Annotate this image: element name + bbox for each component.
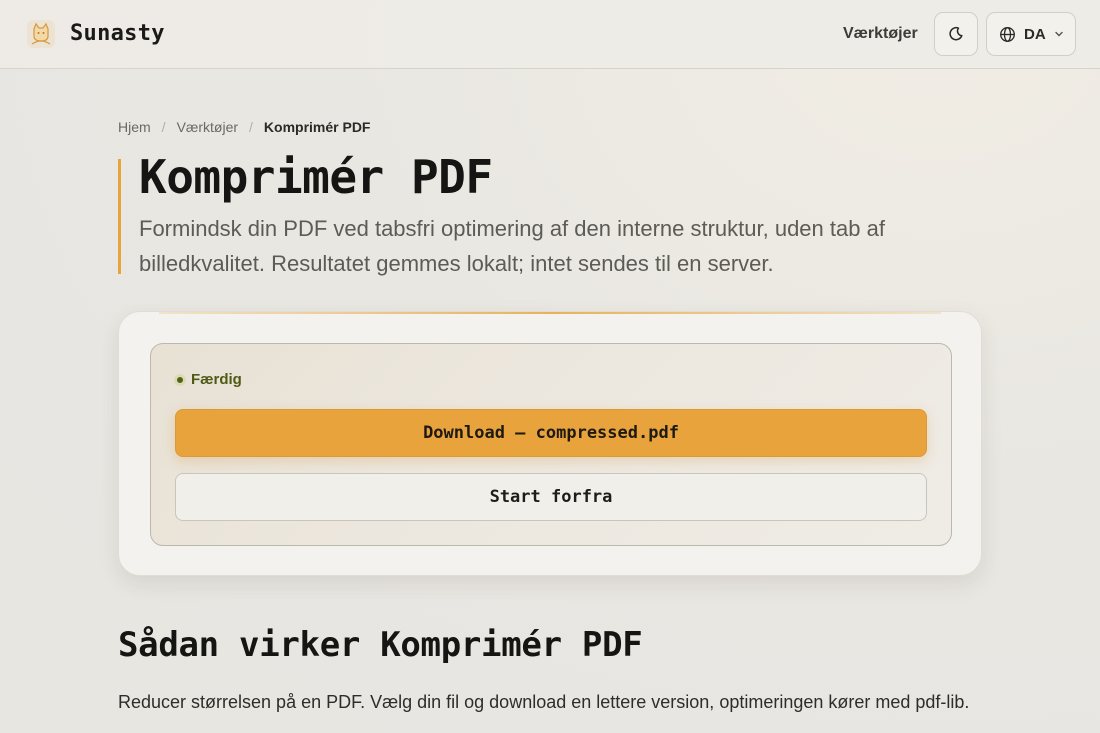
download-button[interactable]: Download — compressed.pdf [175, 409, 927, 457]
chevron-down-icon [1054, 31, 1063, 37]
card-accent-line [159, 312, 941, 314]
moon-icon [949, 26, 963, 41]
language-label: DA [1024, 25, 1046, 43]
start-over-button[interactable]: Start forfra [175, 473, 927, 521]
breadcrumb: Hjem / Værktøjer / Komprimér PDF [118, 119, 370, 135]
breadcrumb-current: Komprimér PDF [263, 119, 371, 135]
result-panel: Færdig Download — compressed.pdf Start f… [150, 343, 952, 546]
breadcrumb-tools-link[interactable]: Værktøjer [177, 119, 238, 135]
status-indicator: Færdig [174, 371, 242, 388]
page-title: Komprimér PDF [139, 150, 493, 204]
tool-card: Færdig Download — compressed.pdf Start f… [118, 311, 982, 576]
hero-accent-bar [118, 159, 121, 274]
breadcrumb-home-link[interactable]: Hjem [118, 119, 151, 135]
brand-name[interactable]: Sunasty [70, 21, 165, 46]
globe-icon [1000, 26, 1015, 42]
status-dot-icon [174, 373, 186, 386]
cat-logo-icon[interactable] [26, 19, 56, 49]
nav-link-tools[interactable]: Værktøjer [843, 25, 918, 43]
how-it-works-text: Reducer størrelsen på en PDF. Vælg din f… [118, 692, 970, 712]
status-label: Færdig [191, 371, 242, 388]
theme-toggle-button[interactable] [934, 12, 978, 56]
language-select-button[interactable]: DA [986, 12, 1076, 56]
page-subtitle: Formindsk din PDF ved tabsfri optimering… [139, 216, 885, 276]
breadcrumb-separator: / [161, 119, 166, 135]
top-header: Sunasty Værktøjer DA [0, 0, 1100, 69]
how-it-works-title: Sådan virker Komprimér PDF [118, 625, 643, 665]
breadcrumb-separator: / [249, 119, 253, 135]
